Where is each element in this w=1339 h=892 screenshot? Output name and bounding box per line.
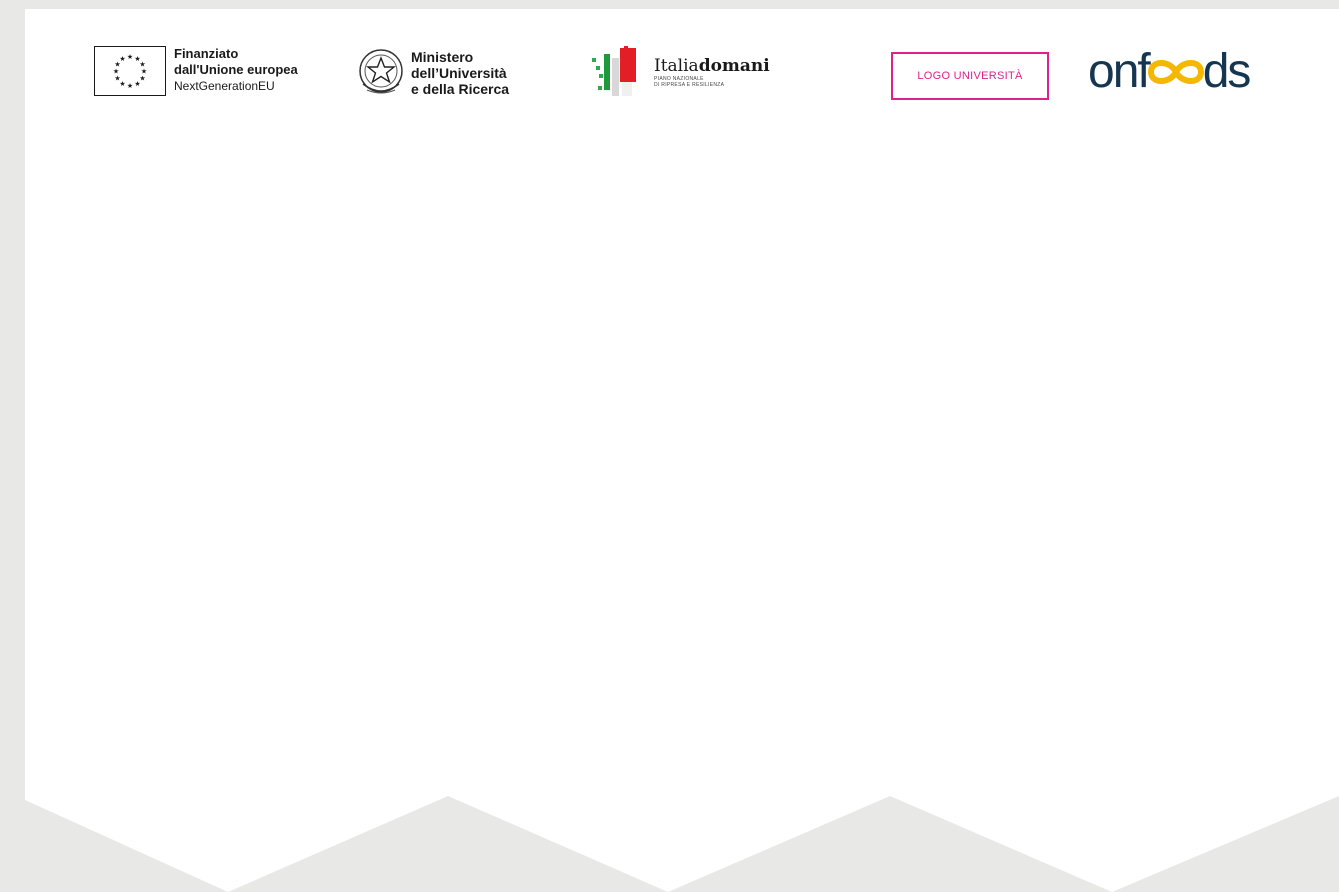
eu-funding-logo: ★ ★ ★ ★ ★ ★ ★ ★ ★ ★ ★ ★ Finanziato dall'…	[94, 46, 298, 96]
infinity-oo-icon	[1147, 60, 1204, 84]
italian-republic-emblem-icon	[359, 49, 403, 94]
onfoods-logo: onf ds	[1088, 44, 1252, 100]
mur-line3: e della Ricerca	[411, 81, 510, 97]
svg-text:★: ★	[114, 75, 120, 83]
svg-text:★: ★	[134, 80, 140, 88]
mur-logo: Ministero dell’Università e della Ricerc…	[357, 46, 509, 100]
italiadomani-title: Italiadomani	[654, 56, 770, 76]
svg-text:★: ★	[127, 53, 133, 61]
italiadomani-flag-icon	[592, 46, 636, 96]
italiadomani-subtitle-line2: DI RIPRESA E RESILIENZA	[654, 82, 725, 88]
onfoods-prefix: onf	[1088, 45, 1151, 98]
university-logo-placeholder: LOGO UNIVERSITÀ	[891, 52, 1049, 100]
italiadomani-logo: Italiadomani PIANO NAZIONALE DI RIPRESA …	[590, 46, 770, 98]
bottom-zigzag-decoration	[25, 796, 1339, 892]
eu-flag-icon: ★ ★ ★ ★ ★ ★ ★ ★ ★ ★ ★ ★	[94, 46, 166, 96]
onfoods-suffix: ds	[1202, 45, 1252, 98]
eu-funding-line3: NextGenerationEU	[174, 79, 275, 93]
svg-text:★: ★	[119, 55, 125, 63]
mur-line2: dell’Università	[411, 65, 507, 81]
eu-funding-line1: Finanziato	[174, 46, 239, 61]
eu-funding-line2: dall'Unione europea	[174, 62, 298, 77]
page-card	[25, 9, 1339, 892]
header-logos: ★ ★ ★ ★ ★ ★ ★ ★ ★ ★ ★ ★ Finanziato dall'…	[0, 0, 1339, 130]
mur-line1: Ministero	[411, 49, 474, 65]
svg-text:★: ★	[113, 68, 119, 76]
svg-text:★: ★	[127, 82, 133, 90]
